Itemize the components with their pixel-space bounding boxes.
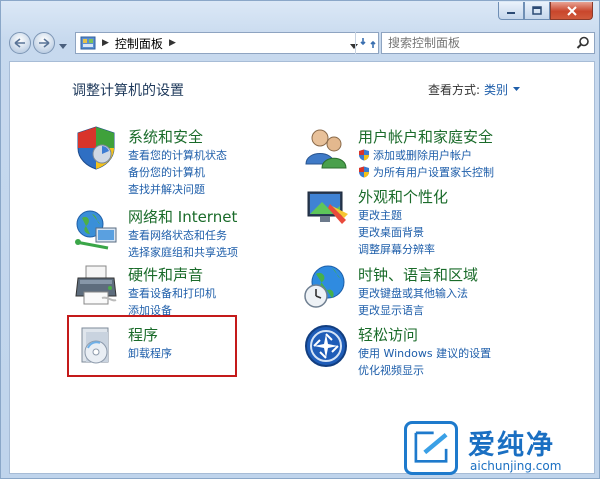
- category-link[interactable]: 更改显示语言: [358, 301, 468, 318]
- category-link[interactable]: 添加或删除用户帐户: [373, 147, 472, 163]
- control-panel-icon: [80, 36, 96, 50]
- category-title[interactable]: 时钟、语言和区域: [358, 264, 478, 285]
- recent-pages-dropdown[interactable]: [59, 39, 67, 53]
- search-input[interactable]: [388, 36, 574, 50]
- category-link[interactable]: 优化视频显示: [358, 361, 491, 378]
- forward-button[interactable]: [33, 32, 55, 54]
- category-link[interactable]: 查看设备和打印机: [128, 284, 216, 301]
- network-icon: [75, 210, 117, 250]
- appearance-icon: [307, 191, 348, 224]
- watermark-brand: 爱纯净: [468, 430, 555, 461]
- category-title[interactable]: 网络和 Internet: [128, 206, 237, 227]
- caption-buttons: [498, 2, 593, 20]
- category-link[interactable]: 调整屏幕分辨率: [358, 240, 435, 257]
- category-link[interactable]: 更改桌面背景: [358, 223, 435, 240]
- category-link[interactable]: 为所有用户设置家长控制: [373, 164, 494, 180]
- users-icon: [305, 129, 347, 169]
- search-box[interactable]: [381, 32, 595, 54]
- category-title[interactable]: 轻松访问: [358, 324, 418, 345]
- category-link[interactable]: 查找并解决问题: [128, 180, 227, 197]
- uac-shield-icon: [359, 166, 369, 177]
- maximize-icon: [532, 6, 542, 15]
- uac-shield-icon: [359, 149, 369, 160]
- category-title[interactable]: 硬件和声音: [128, 264, 203, 285]
- minimize-icon: [507, 11, 515, 14]
- navigation-bar: ▶ 控制面板 ▶: [9, 29, 595, 57]
- category-link[interactable]: 查看网络状态和任务: [128, 226, 238, 243]
- category-link-with-shield[interactable]: 为所有用户设置家长控制: [358, 163, 494, 180]
- close-button[interactable]: [550, 2, 593, 20]
- globe-clock-icon: [304, 265, 345, 308]
- category-link[interactable]: 更改键盘或其他输入法: [358, 284, 468, 301]
- search-icon[interactable]: [576, 36, 590, 50]
- content-pane: 调整计算机的设置 查看方式: 类别 系统和安全 查看您的计算机状态 备份您的计算…: [9, 61, 595, 474]
- close-icon: [566, 5, 577, 16]
- watermark-url: aichunjing.com: [470, 459, 562, 473]
- page-title: 调整计算机的设置: [72, 83, 184, 99]
- category-link[interactable]: 使用 Windows 建议的设置: [358, 344, 491, 361]
- forward-arrow-icon: [39, 38, 50, 48]
- ease-of-access-icon: [305, 325, 347, 367]
- category-title[interactable]: 外观和个性化: [358, 186, 448, 207]
- breadcrumb-control-panel[interactable]: 控制面板: [115, 35, 163, 52]
- refresh-button[interactable]: [355, 32, 379, 54]
- back-arrow-icon: [14, 38, 25, 48]
- chevron-down-icon: [513, 87, 521, 91]
- category-link[interactable]: 选择家庭组和共享选项: [128, 243, 238, 260]
- address-bar[interactable]: ▶ 控制面板 ▶: [75, 32, 379, 54]
- category-link[interactable]: 查看您的计算机状态: [128, 146, 227, 163]
- breadcrumb-separator-icon: ▶: [102, 38, 109, 48]
- breadcrumb: ▶ 控制面板 ▶: [96, 35, 182, 52]
- category-title[interactable]: 用户帐户和家庭安全: [358, 126, 493, 147]
- watermark-logo-icon: [404, 421, 458, 475]
- category-title[interactable]: 系统和安全: [128, 126, 203, 147]
- maximize-button[interactable]: [524, 2, 550, 20]
- category-link[interactable]: 备份您的计算机: [128, 163, 227, 180]
- refresh-icon: [359, 38, 376, 48]
- minimize-button[interactable]: [498, 2, 524, 20]
- control-panel-window: ▶ 控制面板 ▶ 调整计算机的设置 查看方式: 类别: [0, 0, 600, 479]
- view-by-value[interactable]: 类别: [484, 81, 508, 98]
- printer-icon: [75, 265, 117, 305]
- shield-icon: [77, 126, 115, 170]
- programs-highlight-box: [67, 315, 237, 377]
- category-link-with-shield[interactable]: 添加或删除用户帐户: [358, 146, 494, 163]
- back-button[interactable]: [9, 32, 31, 54]
- watermark: 爱纯净 aichunjing.com: [396, 417, 600, 479]
- breadcrumb-separator-icon[interactable]: ▶: [169, 38, 176, 48]
- chevron-down-icon: [59, 44, 67, 49]
- view-by-dropdown[interactable]: 类别: [484, 81, 521, 98]
- view-by-label: 查看方式:: [428, 83, 481, 97]
- category-link[interactable]: 更改主题: [358, 206, 435, 223]
